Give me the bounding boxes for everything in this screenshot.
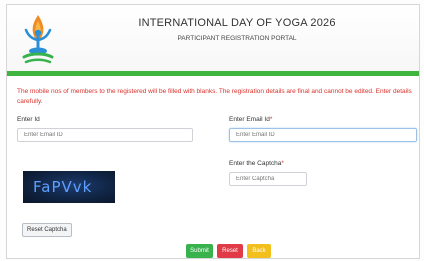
id-input[interactable] (17, 128, 193, 142)
yoga-pose-logo-icon (22, 15, 54, 64)
reset-captcha-button[interactable]: Reset Captcha (22, 223, 72, 237)
id-label-text: Enter Id (17, 116, 40, 123)
required-asterisk: * (281, 160, 284, 167)
header: INTERNATIONAL DAY OF YOGA 2026 PARTICIPA… (7, 5, 419, 71)
page-title: INTERNATIONAL DAY OF YOGA 2026 (138, 17, 336, 29)
page-subtitle: PARTICIPANT REGISTRATION PORTAL (177, 35, 297, 42)
registration-page: INTERNATIONAL DAY OF YOGA 2026 PARTICIPA… (6, 4, 420, 259)
captcha-label: Enter the Captcha* (229, 160, 284, 167)
submit-button[interactable]: Submit (186, 244, 213, 258)
email-label-text: Enter Email Id (229, 116, 270, 123)
captcha-image: FaPVvk (23, 171, 115, 203)
email-label: Enter Email Id* (229, 116, 272, 123)
required-asterisk: * (269, 116, 273, 123)
captcha-label-text: Enter the Captcha (229, 160, 282, 167)
notice-text: The mobile nos of members to the registe… (17, 88, 412, 105)
back-button[interactable]: Back (247, 244, 271, 258)
email-input[interactable] (229, 128, 417, 142)
header-divider (7, 71, 419, 76)
captcha-input[interactable] (229, 172, 307, 186)
reset-button[interactable]: Reset (217, 244, 243, 258)
id-label: Enter Id (17, 116, 40, 123)
